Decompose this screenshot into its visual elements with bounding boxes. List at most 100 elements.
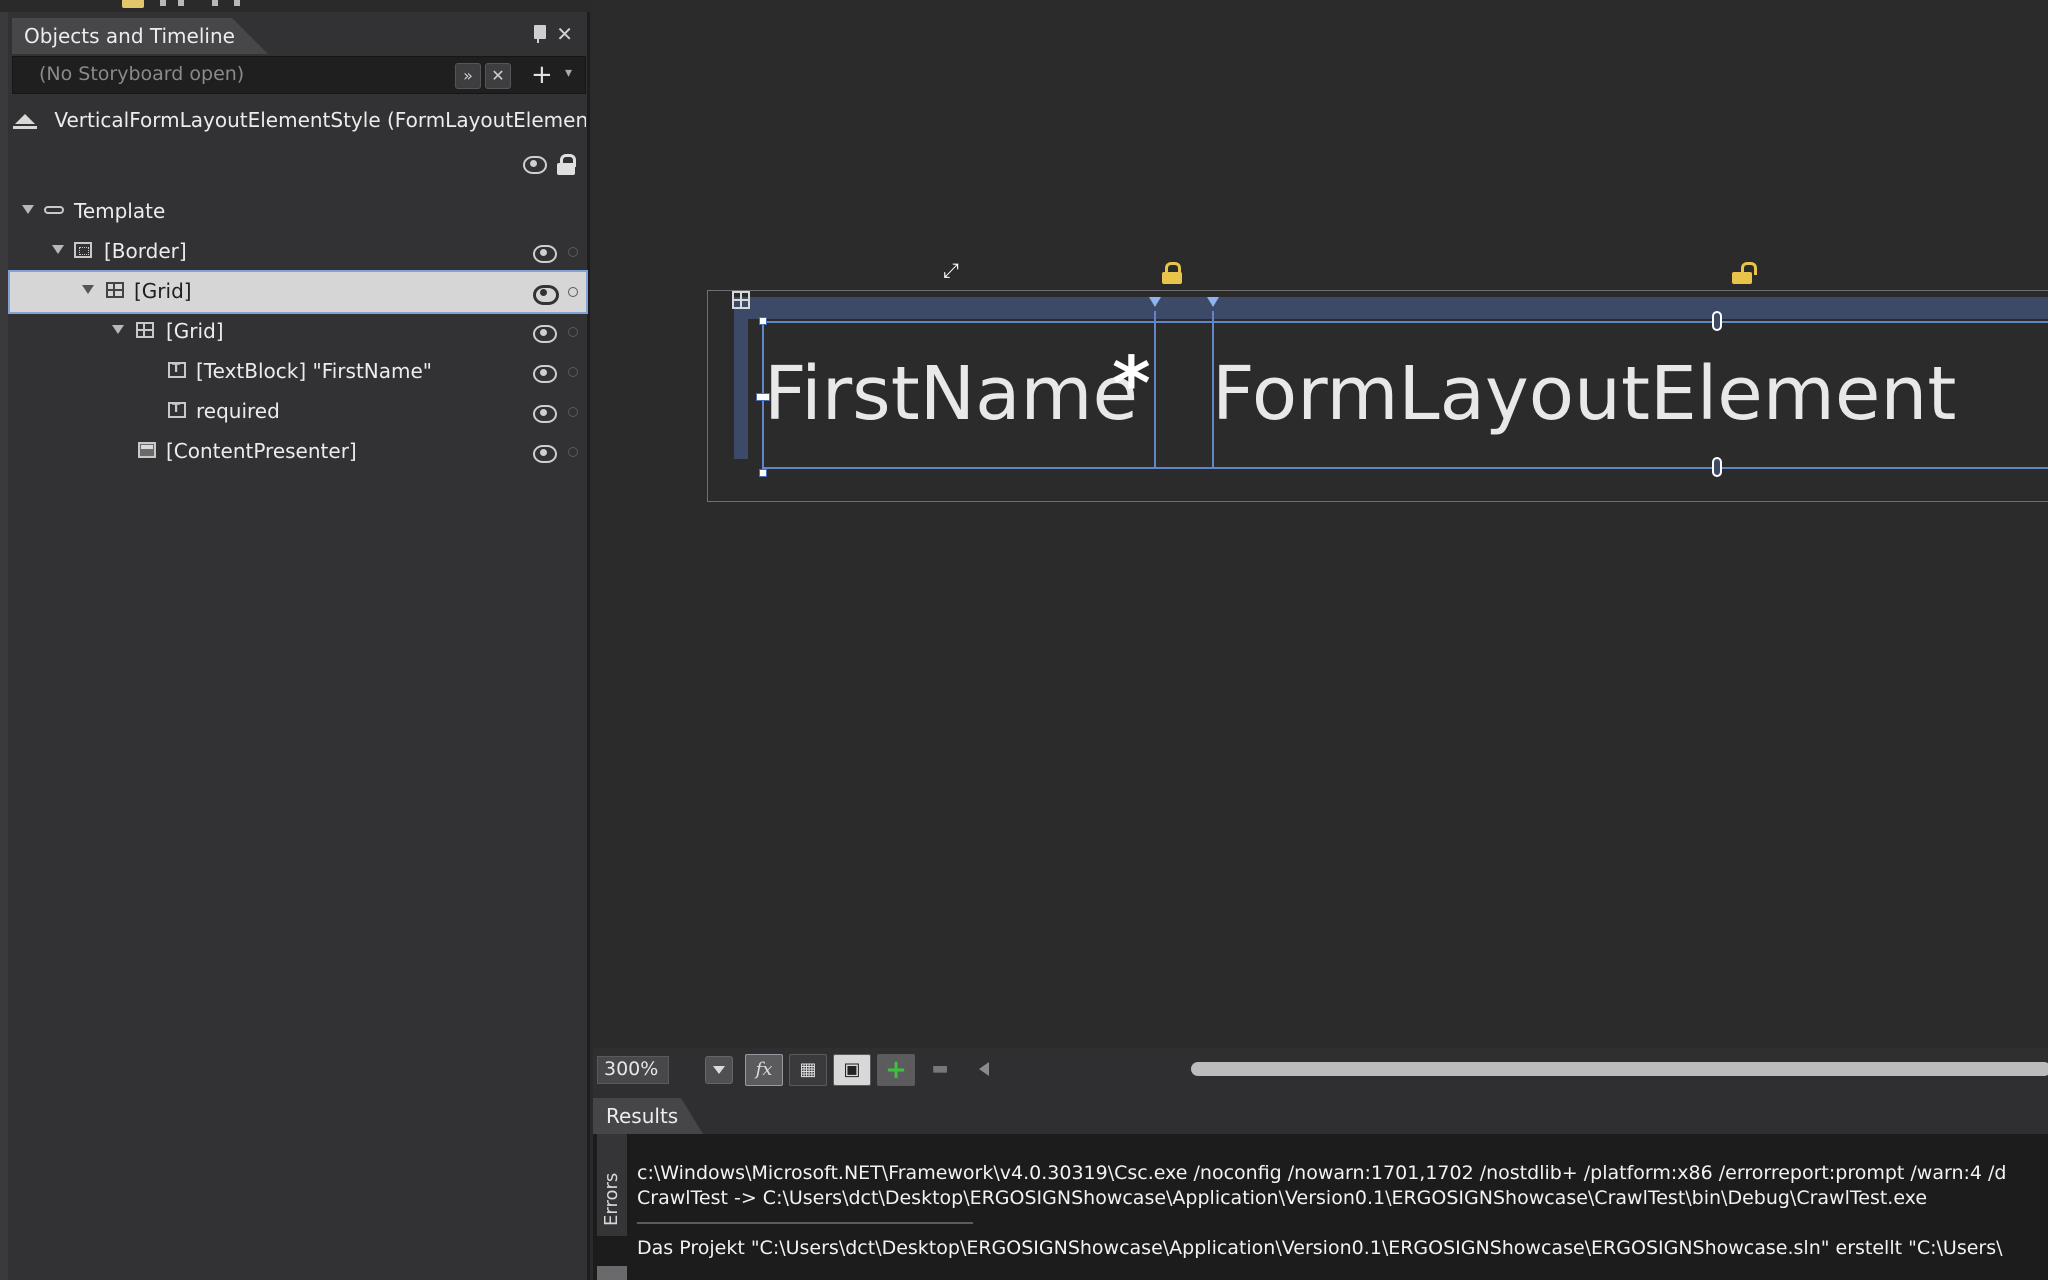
log-line: c:\Windows\Microsoft.NET\Framework\v4.0.… — [637, 1162, 2007, 1184]
unlock-icon[interactable] — [1731, 262, 1757, 286]
textblock-icon — [168, 401, 186, 418]
selection-guide — [762, 321, 2048, 323]
toolbar-stub-icon — [160, 0, 166, 6]
storyboard-close-icon[interactable]: ✕ — [485, 63, 511, 89]
firstname-label-text[interactable]: FirstName — [764, 351, 1138, 437]
snap-to-snaplines-button[interactable]: + — [877, 1054, 915, 1086]
tree-item-grid-selected[interactable]: [Grid] — [8, 270, 588, 314]
column-divider-marker-icon[interactable] — [1207, 297, 1219, 307]
results-tab[interactable]: Results — [593, 1098, 703, 1134]
toolbar-stub-icon — [212, 0, 218, 6]
object-tree: Template [Border] [Grid] [Grid] T [TextB… — [8, 192, 588, 472]
horizontal-scrollbar[interactable] — [1191, 1062, 2048, 1076]
close-icon[interactable]: ✕ — [556, 22, 573, 46]
column-guide — [1154, 311, 1156, 467]
pin-icon[interactable] — [532, 25, 547, 43]
panel-title: Objects and Timeline — [24, 24, 235, 48]
expand-arrow-icon[interactable] — [112, 325, 124, 334]
tree-item-template[interactable]: Template — [10, 192, 586, 232]
scroll-left-arrow-icon[interactable] — [979, 1062, 989, 1076]
toolbar-stub-icon — [234, 0, 240, 6]
contentpresenter-icon — [138, 442, 156, 458]
margin-link-icon[interactable] — [1712, 311, 1722, 331]
style-name: VerticalFormLayoutElementStyle (FormLayo… — [54, 108, 586, 132]
border-icon — [74, 242, 92, 258]
required-asterisk[interactable]: * — [1112, 341, 1151, 427]
tree-item-textblock-firstname[interactable]: [TextBlock] "FirstName" — [10, 352, 586, 392]
errors-tab[interactable]: Errors — [597, 1134, 627, 1236]
eye-icon[interactable] — [532, 283, 559, 305]
folder-icon — [122, 0, 144, 8]
storyboard-selector[interactable]: (No Storyboard open) » ✕ + ▾ — [12, 56, 586, 94]
storyboard-placeholder: (No Storyboard open) — [39, 63, 245, 85]
storyboard-expand-icon[interactable]: » — [455, 63, 481, 89]
log-separator: ________________________________________… — [637, 1208, 973, 1224]
grid-column-rail[interactable] — [734, 297, 2048, 319]
tree-item-label: [ContentPresenter] — [166, 439, 357, 463]
eye-icon[interactable] — [522, 154, 547, 174]
lock-toggle-icon[interactable] — [568, 447, 578, 457]
grid-icon — [106, 282, 124, 298]
eye-icon[interactable] — [532, 443, 557, 463]
annotation-icon: ▬ — [931, 1058, 949, 1079]
eye-icon[interactable] — [532, 363, 557, 383]
template-icon — [44, 206, 64, 214]
resize-handle[interactable] — [759, 317, 767, 325]
textblock-icon — [168, 361, 186, 378]
grid-icon — [136, 322, 154, 338]
scope-up-row[interactable]: VerticalFormLayoutElementStyle (FormLayo… — [12, 108, 586, 140]
lock-toggle-icon[interactable] — [568, 367, 578, 377]
tree-item-label: required — [196, 399, 280, 423]
resize-icon[interactable]: ⤢ — [941, 260, 961, 280]
output-tab-stub[interactable] — [597, 1266, 627, 1280]
results-panel: Results Errors c:\Windows\Microsoft.NET\… — [593, 1090, 2048, 1280]
margin-link-icon[interactable] — [1712, 457, 1722, 477]
grid-icon: ▦ — [799, 1059, 817, 1080]
tree-item-grid[interactable]: [Grid] — [10, 312, 586, 352]
column-header-icons — [522, 154, 576, 176]
artboard[interactable]: FirstName * FormLayoutElement — [707, 290, 2048, 502]
design-canvas[interactable]: ⤢ FirstName * FormLayoutElement — [593, 0, 2048, 1048]
effects-icon: fx — [755, 1059, 773, 1080]
grid-row-rail[interactable] — [734, 319, 748, 459]
annotations-button[interactable]: ▬ — [921, 1054, 959, 1086]
eye-icon[interactable] — [532, 243, 557, 263]
expand-arrow-icon[interactable] — [22, 205, 34, 214]
resize-handle[interactable] — [759, 469, 767, 477]
effects-toggle-button[interactable]: fx — [745, 1054, 783, 1086]
column-divider-marker-icon[interactable] — [1149, 297, 1161, 307]
lock-toggle-icon[interactable] — [568, 247, 578, 257]
scope-up-icon[interactable] — [12, 112, 38, 132]
eye-icon[interactable] — [532, 323, 557, 343]
expand-arrow-icon[interactable] — [52, 245, 64, 254]
tree-item-label: [Grid] — [134, 279, 192, 303]
tree-item-required[interactable]: required — [10, 392, 586, 432]
grid-adorner-icon[interactable] — [732, 291, 750, 309]
add-storyboard-icon[interactable]: + — [531, 60, 553, 90]
snap-to-grid-button[interactable]: ▣ — [833, 1054, 871, 1086]
tree-item-contentpresenter[interactable]: [ContentPresenter] — [10, 432, 586, 472]
tree-item-label: [Border] — [104, 239, 187, 263]
zoom-value: 300% — [604, 1058, 659, 1080]
lock-toggle-icon[interactable] — [568, 407, 578, 417]
tree-item-border[interactable]: [Border] — [10, 232, 586, 272]
show-grid-button[interactable]: ▦ — [789, 1054, 827, 1086]
panel-gutter — [0, 0, 8, 1280]
lock-toggle-icon[interactable] — [568, 327, 578, 337]
lock-icon[interactable] — [1161, 262, 1183, 286]
objects-and-timeline-panel: Objects and Timeline ✕ (No Storyboard op… — [0, 0, 590, 1280]
results-title: Results — [606, 1104, 679, 1128]
selection-guide — [762, 467, 2048, 469]
chevron-down-icon[interactable]: ▾ — [565, 65, 572, 81]
panel-title-tab[interactable]: Objects and Timeline — [12, 18, 268, 54]
snaplines-icon: + — [885, 1055, 907, 1085]
zoom-input[interactable]: 300% — [597, 1056, 669, 1084]
lock-icon[interactable] — [556, 154, 576, 176]
eye-icon[interactable] — [532, 403, 557, 423]
content-text[interactable]: FormLayoutElement — [1212, 351, 1956, 437]
zoom-dropdown-button[interactable] — [705, 1056, 733, 1084]
expand-arrow-icon[interactable] — [82, 285, 94, 294]
lock-toggle-icon[interactable] — [568, 287, 578, 297]
tree-item-label: [TextBlock] "FirstName" — [196, 359, 432, 383]
tree-item-label: Template — [74, 199, 166, 223]
